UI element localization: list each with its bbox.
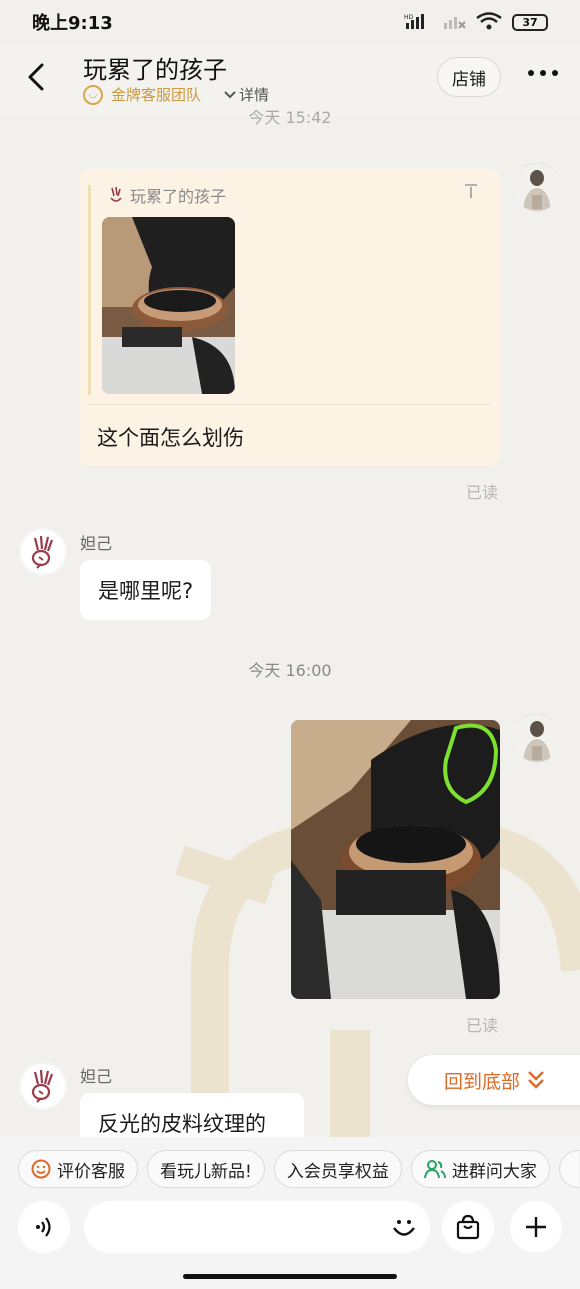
battery-icon: 37 (512, 13, 548, 31)
read-status-1: 已读 (466, 483, 499, 502)
message-input[interactable] (84, 1201, 430, 1253)
order-bag-button[interactable] (442, 1201, 494, 1253)
shop-button[interactable]: 店铺 (437, 57, 501, 97)
brand-logo-icon (19, 1062, 67, 1110)
user-avatar-image (513, 714, 561, 762)
user-avatar[interactable] (513, 163, 561, 211)
back-to-bottom-label: 回到底部 (444, 1070, 521, 1093)
network-label: HD (404, 14, 414, 21)
signal-2-icon (442, 13, 466, 32)
join-group-chip[interactable]: 进群问大家 (410, 1150, 550, 1188)
quoted-message-card[interactable]: 玩累了的孩子 这个面怎么划伤 (79, 169, 500, 465)
team-label: 金牌客服团队 (111, 86, 202, 104)
chevron-down-icon (224, 90, 236, 98)
quote-message-text: 这个面怎么划伤 (97, 426, 244, 450)
shopping-bag-icon (456, 1214, 480, 1240)
signal-icon: HD (404, 13, 432, 32)
wifi-icon (476, 11, 502, 33)
home-indicator (183, 1274, 397, 1279)
brand-logo-icon (110, 186, 122, 202)
chat-title: 玩累了的孩子 (83, 56, 227, 84)
quoted-shoe-photo[interactable] (102, 217, 235, 394)
smile-icon (31, 1159, 51, 1179)
agent-avatar[interactable] (19, 528, 67, 576)
back-button[interactable] (22, 60, 52, 94)
more-chip[interactable] (558, 1150, 579, 1188)
double-chevron-down-icon (528, 1071, 544, 1089)
voice-wave-icon (36, 1217, 51, 1237)
rate-service-chip[interactable]: 评价客服 (18, 1150, 138, 1188)
detail-label: 详情 (239, 86, 270, 104)
chip-label: 进群问大家 (451, 1161, 537, 1182)
agent-avatar[interactable] (19, 1062, 67, 1110)
add-more-button[interactable] (510, 1201, 562, 1253)
read-status-2: 已读 (466, 1016, 499, 1035)
agent-name: 妲己 (80, 534, 113, 553)
quote-divider (88, 404, 490, 405)
bottom-panel: 评价客服 看玩儿新品! 入会员享权益 进群问大家 (0, 1137, 580, 1289)
input-row (18, 1199, 570, 1257)
back-to-bottom-button[interactable]: 回到底部 (408, 1055, 580, 1105)
detail-link[interactable]: 详情 (223, 84, 269, 105)
quote-sender-name: 玩累了的孩子 (130, 187, 227, 206)
chip-label: 入会员享权益 (286, 1161, 389, 1182)
agent-name: 妲己 (80, 1067, 113, 1086)
quick-action-bar: 评价客服 看玩儿新品! 入会员享权益 进群问大家 (18, 1150, 579, 1188)
emoji-button[interactable] (390, 1213, 418, 1241)
pin-top-icon[interactable] (463, 183, 479, 203)
brand-logo-icon (19, 528, 67, 576)
timestamp-2: 今天 16:00 (248, 661, 332, 680)
user-avatar[interactable] (513, 714, 561, 762)
quote-bar (88, 185, 91, 395)
status-bar: 晚上9:13 HD 37 (0, 0, 580, 44)
new-products-chip[interactable]: 看玩儿新品! (147, 1150, 265, 1188)
service-smile-icon: ◡ (83, 84, 103, 105)
voice-button[interactable] (18, 1201, 70, 1253)
chip-label: 评价客服 (57, 1161, 125, 1182)
plus-icon (526, 1217, 546, 1237)
membership-chip[interactable]: 入会员享权益 (273, 1150, 402, 1188)
emoji-icon (393, 1220, 415, 1236)
chat-header: 玩累了的孩子 ◡ 金牌客服团队 详情 店铺 (0, 44, 580, 116)
more-options-button[interactable] (528, 70, 558, 76)
chevron-left-icon (28, 63, 44, 91)
group-users-icon (423, 1160, 446, 1179)
user-avatar-image (513, 163, 561, 211)
agent-message-bubble[interactable]: 是哪里呢? (80, 560, 212, 620)
sent-shoe-photo[interactable] (291, 720, 500, 999)
chip-label: 看玩儿新品! (160, 1161, 252, 1182)
status-time: 晚上9:13 (32, 13, 113, 34)
